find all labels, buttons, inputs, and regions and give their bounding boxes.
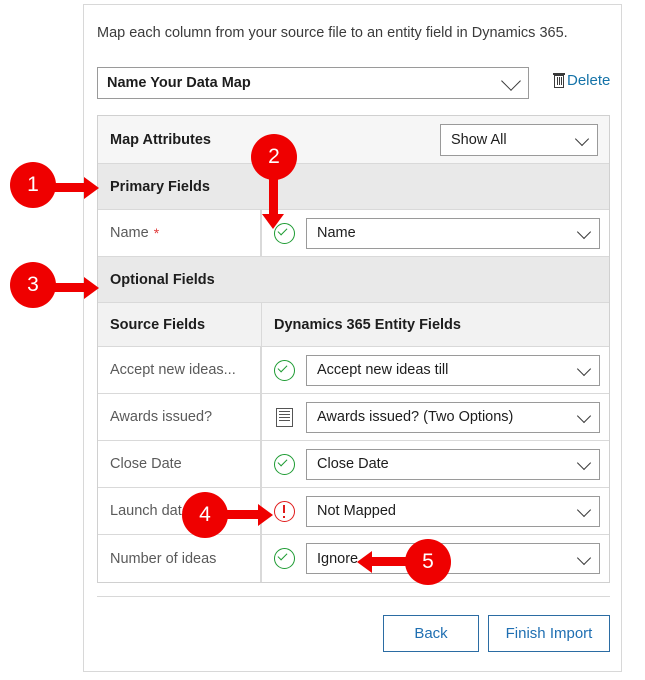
trash-icon <box>553 73 565 88</box>
map-attributes-label: Map Attributes <box>110 131 211 148</box>
map-name-select[interactable]: Name Your Data Map <box>97 67 529 99</box>
check-circle-icon <box>273 548 295 569</box>
callout-badge-5: 5 <box>405 539 451 585</box>
source-field-label: Number of ideas <box>98 535 261 582</box>
table-row: Number of ideas Ignore <box>98 535 609 582</box>
optional-fields-group-header: Optional Fields <box>98 257 609 303</box>
check-circle-icon <box>273 359 295 381</box>
target-field-select[interactable]: Name <box>306 217 600 249</box>
finish-import-button[interactable]: Finish Import <box>488 615 610 652</box>
callout-badge-2: 2 <box>251 134 297 180</box>
status-cell <box>262 359 306 381</box>
callout-4-arrow <box>227 510 261 519</box>
source-field-label: Close Date <box>98 441 261 487</box>
target-field-select[interactable]: Accept new ideas till <box>306 354 600 386</box>
delete-label: Delete <box>567 72 611 89</box>
target-field-value: Awards issued? (Two Options) <box>317 409 514 425</box>
chevron-down-icon <box>576 408 592 424</box>
target-field-value: Accept new ideas till <box>317 362 449 378</box>
target-field-select[interactable]: Not Mapped <box>306 495 600 527</box>
callout-2-arrowhead <box>262 214 284 229</box>
status-cell <box>262 407 306 427</box>
optional-fields-label: Optional Fields <box>110 271 215 288</box>
column-header-target: Dynamics 365 Entity Fields <box>261 303 609 346</box>
callout-badge-4: 4 <box>182 492 228 538</box>
callout-badge-3: 3 <box>10 262 56 308</box>
chevron-down-icon <box>576 502 592 518</box>
back-button[interactable]: Back <box>383 615 479 652</box>
column-header-row: Source Fields Dynamics 365 Entity Fields <box>98 303 609 347</box>
callout-3-arrowhead <box>84 277 99 299</box>
target-field-value: Close Date <box>317 456 389 472</box>
callout-badge-1: 1 <box>10 162 56 208</box>
target-field-value: Ignore <box>317 550 359 567</box>
source-field-label: Name * <box>98 210 261 256</box>
target-field-select[interactable]: Close Date <box>306 448 600 480</box>
table-row: Launch date Not Mapped <box>98 488 609 535</box>
map-name-value: Name Your Data Map <box>107 75 251 91</box>
callout-2-arrow <box>269 176 278 216</box>
page-instruction-text: Map each column from your source file to… <box>97 25 568 41</box>
callout-1-arrow <box>52 183 84 192</box>
footer-buttons: Back Finish Import <box>97 615 610 652</box>
delete-map-button[interactable]: Delete <box>553 72 610 89</box>
callout-4-arrowhead <box>258 504 273 526</box>
footer-divider <box>97 596 610 597</box>
table-row: Awards issued? Awards issued? (Two Optio… <box>98 394 609 441</box>
target-field-select[interactable]: Ignore <box>306 543 600 574</box>
target-field-select[interactable]: Awards issued? (Two Options) <box>306 401 600 433</box>
show-all-value: Show All <box>451 131 507 148</box>
column-header-source: Source Fields <box>110 316 206 333</box>
target-field-value: Name <box>317 225 356 241</box>
status-cell <box>262 453 306 475</box>
map-attributes-row: Map Attributes Show All <box>98 116 609 164</box>
chevron-down-icon <box>576 550 592 565</box>
field-mapping-table: Map Attributes Show All Primary Fields N… <box>97 115 610 583</box>
table-row: Name * Name <box>98 210 609 257</box>
map-name-row: Name Your Data Map Delete <box>97 67 610 99</box>
chevron-down-icon <box>576 361 592 377</box>
primary-fields-label: Primary Fields <box>110 178 210 195</box>
target-field-value: Not Mapped <box>317 503 396 519</box>
list-document-icon <box>275 407 293 427</box>
chevron-down-icon <box>574 131 590 146</box>
callout-1-arrowhead <box>84 177 99 199</box>
show-all-filter-select[interactable]: Show All <box>440 123 598 156</box>
callout-5-arrowhead <box>357 551 372 573</box>
chevron-down-icon <box>501 71 521 91</box>
source-field-label: Awards issued? <box>98 394 261 440</box>
check-circle-icon <box>273 453 295 475</box>
source-field-name: Name <box>110 225 149 241</box>
source-field-label: Accept new ideas... <box>98 347 261 393</box>
primary-fields-group-header: Primary Fields <box>98 164 609 210</box>
status-cell <box>262 548 306 569</box>
chevron-down-icon <box>576 455 592 471</box>
data-map-panel: Map each column from your source file to… <box>83 4 622 672</box>
table-row: Close Date Close Date <box>98 441 609 488</box>
error-circle-icon <box>273 500 295 522</box>
required-asterisk: * <box>153 225 160 241</box>
table-row: Accept new ideas... Accept new ideas til… <box>98 347 609 394</box>
callout-3-arrow <box>52 283 84 292</box>
chevron-down-icon <box>576 224 592 240</box>
